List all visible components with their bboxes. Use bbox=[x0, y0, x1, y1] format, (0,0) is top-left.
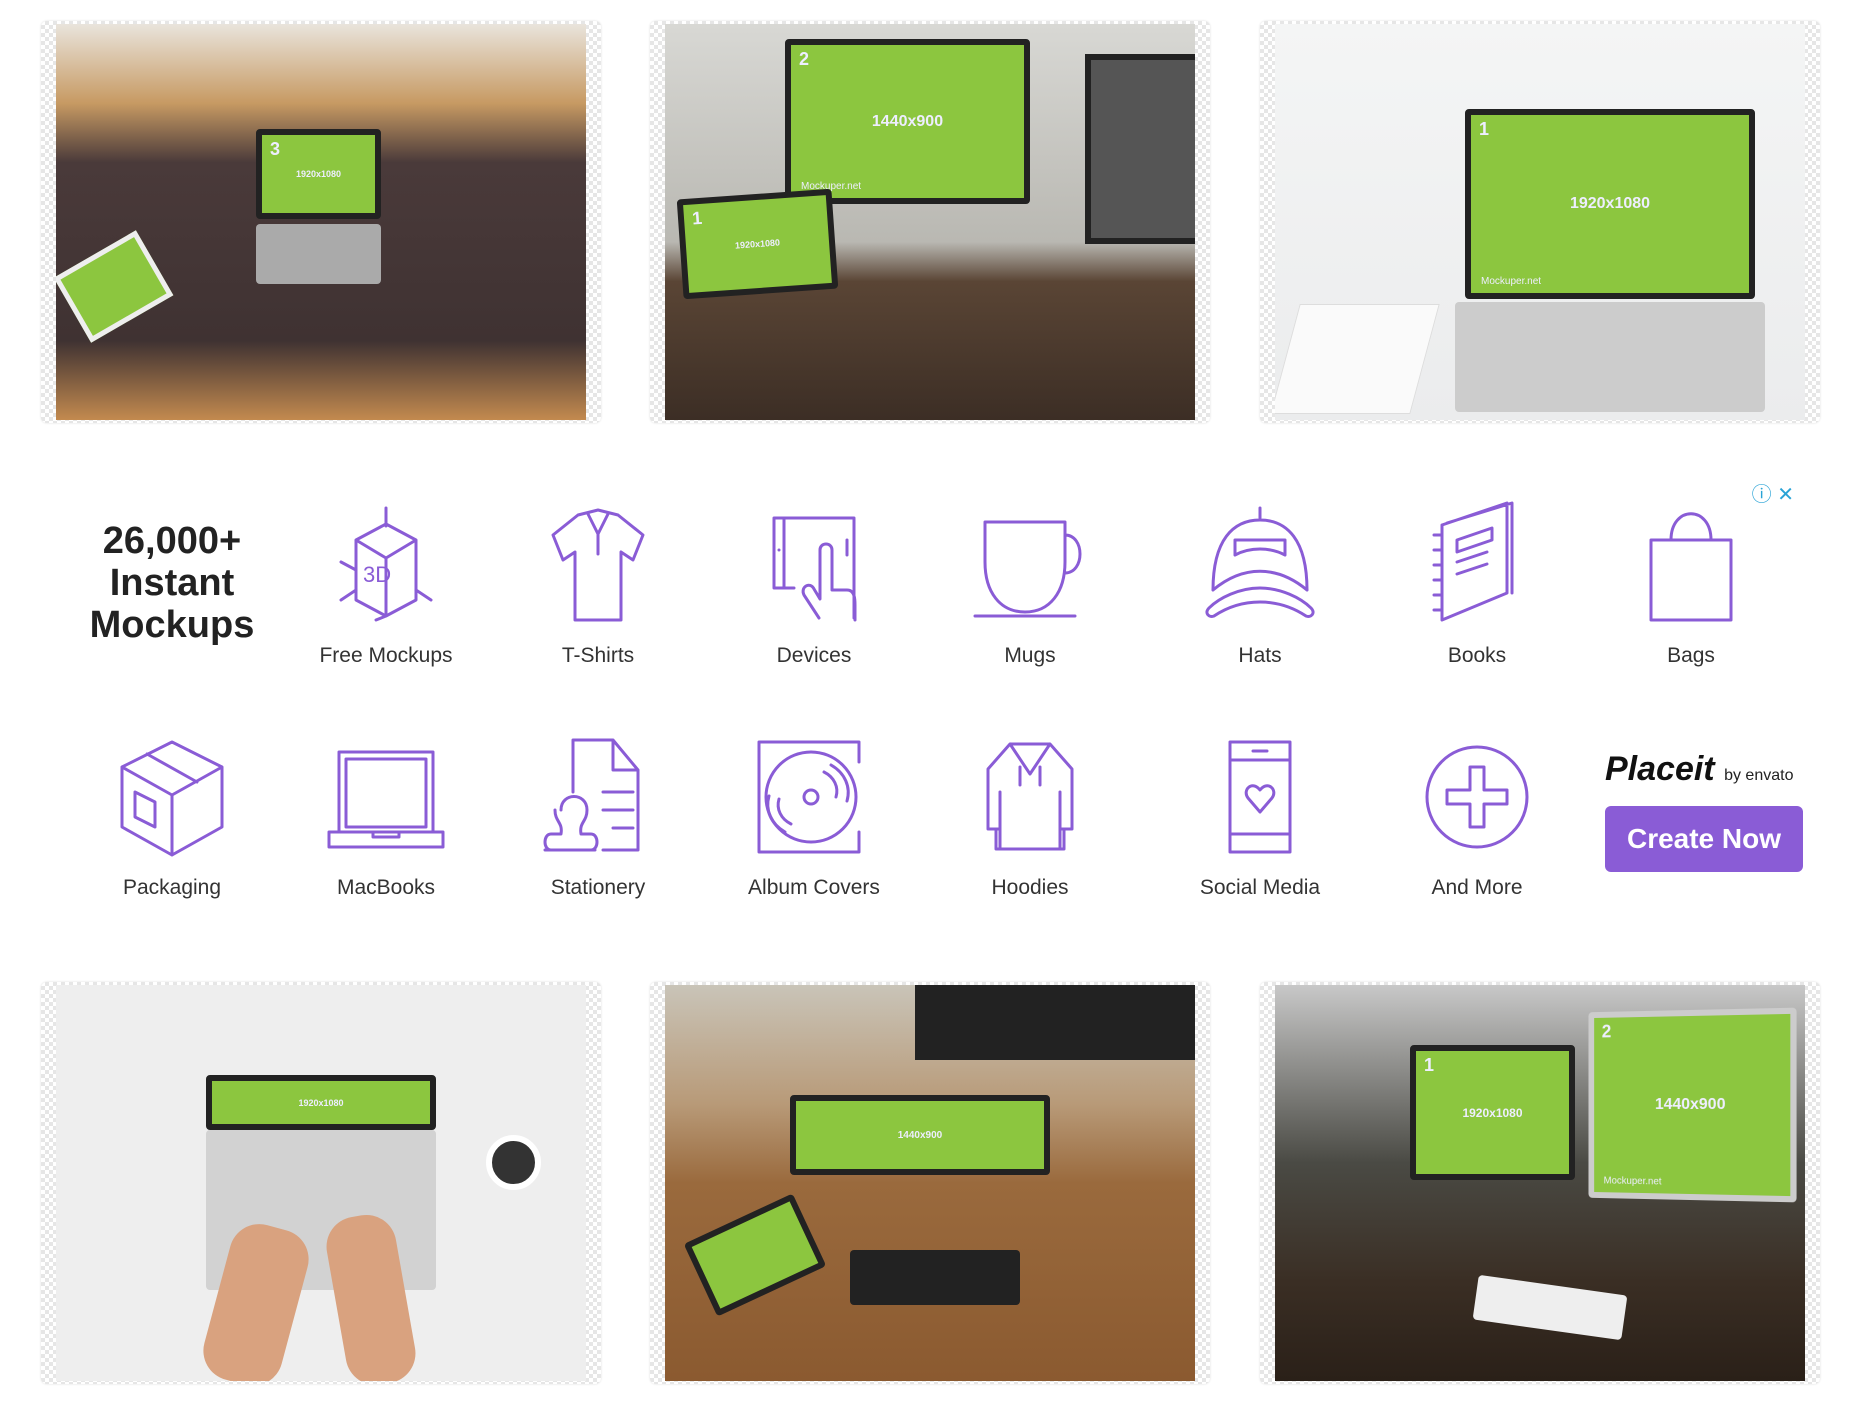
category-stationery[interactable]: Stationery bbox=[498, 732, 698, 900]
category-t-shirts[interactable]: T-Shirts bbox=[498, 500, 698, 668]
category-label: Books bbox=[1447, 644, 1507, 667]
category-hats[interactable]: Hats bbox=[1160, 500, 1360, 668]
category-hoodies[interactable]: Hoodies bbox=[930, 732, 1130, 900]
3d-cube-icon: 3D bbox=[339, 506, 433, 622]
mockup-thumbnail-5[interactable]: 1440x900 bbox=[650, 982, 1210, 1384]
logo-text: Placeit bbox=[1605, 750, 1715, 788]
category-mugs[interactable]: Mugs bbox=[930, 500, 1130, 668]
category-label: Hoodies bbox=[991, 876, 1069, 899]
tshirt-icon bbox=[551, 508, 645, 622]
screen-resolution: 1440x900 bbox=[1655, 1095, 1726, 1114]
category-label: T-Shirts bbox=[561, 644, 635, 667]
tablet-touch-icon bbox=[772, 516, 857, 622]
monitor-screen: 1440x900 bbox=[790, 1095, 1050, 1175]
laptop-screen: 3 1920x1080 bbox=[256, 129, 381, 219]
category-label: Packaging bbox=[122, 876, 222, 899]
screen-brand: Mockuper.net bbox=[1481, 276, 1542, 287]
logo-sub: by envato bbox=[1724, 767, 1794, 784]
category-bags[interactable]: Bags bbox=[1591, 500, 1791, 668]
create-now-button[interactable]: Create Now bbox=[1605, 806, 1803, 872]
category-label: Free Mockups bbox=[319, 644, 453, 667]
headline-line: Mockups bbox=[89, 604, 255, 646]
desk-photo: 1 1920x1080 2 1440x900 Mockuper.net bbox=[1275, 985, 1805, 1381]
coffee-cup bbox=[486, 1135, 541, 1190]
monitor-screen-2: 2 1440x900 Mockuper.net bbox=[1588, 1007, 1797, 1203]
screen-number: 3 bbox=[270, 139, 281, 159]
screen-number: 1 bbox=[691, 207, 703, 229]
screen-resolution: 1920x1080 bbox=[295, 169, 342, 179]
hoodie-icon bbox=[986, 742, 1074, 851]
mockup-thumbnail-3[interactable]: 1 1920x1080 Mockuper.net bbox=[1260, 21, 1820, 423]
category-social-media[interactable]: Social Media bbox=[1160, 732, 1360, 900]
bag-icon bbox=[1649, 512, 1733, 622]
mug-icon bbox=[973, 520, 1082, 618]
category-macbooks[interactable]: MacBooks bbox=[286, 732, 486, 900]
category-books[interactable]: Books bbox=[1377, 500, 1577, 668]
monitor-screen: 2 1440x900 Mockuper.net bbox=[785, 39, 1030, 204]
desk-photo: 1920x1080 bbox=[56, 985, 586, 1381]
plus-circle-icon bbox=[1425, 745, 1529, 849]
category-devices[interactable]: Devices bbox=[714, 500, 914, 668]
desk-photo: 1440x900 bbox=[665, 985, 1195, 1381]
desk-photo: 2 1440x900 Mockuper.net 1 1920x1080 bbox=[665, 24, 1195, 420]
laptop-keyboard bbox=[256, 224, 381, 284]
mockup-thumbnail-4[interactable]: 1920x1080 bbox=[41, 982, 601, 1384]
headline-line: 26,000+ bbox=[102, 520, 242, 562]
second-monitor bbox=[1085, 54, 1195, 244]
keyboard bbox=[850, 1250, 1020, 1305]
screen-number: 1 bbox=[1424, 1055, 1435, 1075]
laptop-screen: 1920x1080 bbox=[206, 1075, 436, 1130]
laptop-screen bbox=[683, 1193, 827, 1317]
category-label: Stationery bbox=[550, 876, 646, 899]
svg-text:3D: 3D bbox=[363, 562, 391, 587]
category-and-more[interactable]: And More bbox=[1377, 732, 1577, 900]
category-free-mockups[interactable]: 3D Free Mockups bbox=[286, 500, 486, 668]
headline-line: Instant bbox=[109, 562, 235, 604]
category-packaging[interactable]: Packaging bbox=[72, 732, 272, 900]
stamp-document-icon bbox=[543, 738, 640, 852]
notebook bbox=[1275, 304, 1440, 414]
screen-resolution: 1920x1080 bbox=[734, 237, 781, 251]
book-icon bbox=[1432, 501, 1514, 622]
category-label: MacBooks bbox=[336, 876, 436, 899]
laptop-screen: 1 1920x1080 bbox=[676, 188, 839, 300]
keyboard bbox=[1472, 1274, 1628, 1341]
phone-heart-icon bbox=[1228, 740, 1292, 854]
tablet bbox=[56, 230, 174, 343]
mockup-thumbnail-1[interactable]: 3 1920x1080 bbox=[41, 21, 601, 423]
category-label: Hats bbox=[1238, 644, 1282, 667]
desk-photo: 3 1920x1080 bbox=[56, 24, 586, 420]
category-label: Mugs bbox=[1004, 644, 1056, 667]
screen-resolution: 1440x900 bbox=[897, 1129, 943, 1141]
category-album-covers[interactable]: Album Covers bbox=[714, 732, 914, 900]
mockup-thumbnail-2[interactable]: 2 1440x900 Mockuper.net 1 1920x1080 bbox=[650, 21, 1210, 423]
laptop-screen: 1 1920x1080 Mockuper.net bbox=[1465, 109, 1755, 299]
mockup-thumbnail-6[interactable]: 1 1920x1080 2 1440x900 Mockuper.net bbox=[1260, 982, 1820, 1384]
category-label: Devices bbox=[776, 644, 852, 667]
screen-number: 2 bbox=[1601, 1021, 1612, 1042]
category-label: Album Covers bbox=[748, 876, 880, 899]
screen-resolution: 1920x1080 bbox=[298, 1097, 344, 1108]
laptop-icon bbox=[327, 750, 445, 849]
category-label: And More bbox=[1431, 876, 1523, 899]
laptop-keyboard bbox=[1455, 302, 1765, 412]
vinyl-icon bbox=[757, 740, 861, 854]
screen-resolution: 1920x1080 bbox=[1462, 1105, 1523, 1120]
placeit-ad-banner: ⓘ ✕ 26,000+ Instant Mockups 3D Free Mocku… bbox=[0, 470, 1854, 930]
screen-number: 2 bbox=[799, 49, 810, 69]
cap-icon bbox=[1205, 506, 1315, 618]
screen-brand: Mockuper.net bbox=[1603, 1175, 1662, 1188]
monitor-screen-1: 1 1920x1080 bbox=[1410, 1045, 1575, 1180]
box-icon bbox=[120, 740, 224, 857]
category-label: Social Media bbox=[1199, 876, 1321, 899]
poster bbox=[915, 985, 1195, 1060]
desk-photo: 1 1920x1080 Mockuper.net bbox=[1275, 24, 1805, 420]
category-label: Bags bbox=[1667, 644, 1715, 667]
screen-number: 1 bbox=[1479, 119, 1490, 139]
screen-resolution: 1440x900 bbox=[871, 112, 944, 130]
placeit-logo[interactable]: Placeit by envato bbox=[1605, 750, 1793, 789]
ad-headline: 26,000+ Instant Mockups bbox=[72, 520, 272, 646]
screen-resolution: 1920x1080 bbox=[1569, 195, 1651, 212]
